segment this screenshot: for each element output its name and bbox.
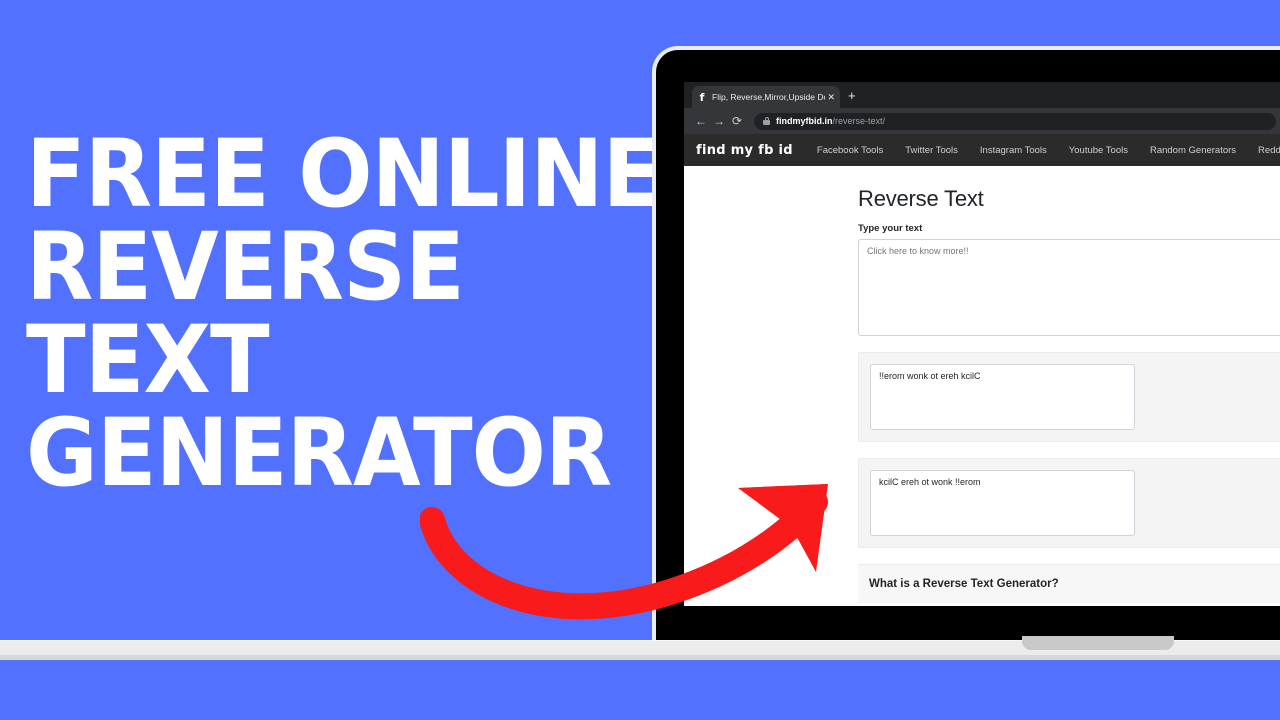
headline-line-2: REVERSE bbox=[26, 213, 465, 323]
result-panel-word-reverse bbox=[858, 458, 1280, 548]
site-nav-links: Facebook Tools Twitter Tools Instagram T… bbox=[817, 145, 1280, 156]
page-heading: Reverse Text bbox=[858, 186, 984, 211]
lock-icon bbox=[763, 117, 770, 125]
browser-toolbar: ← → ⟳ findmyfbid.in/reverse-text/ bbox=[684, 108, 1280, 134]
nav-item-random-generators[interactable]: Random Generators bbox=[1150, 145, 1236, 156]
nav-item-twitter-tools[interactable]: Twitter Tools bbox=[905, 145, 958, 156]
nav-item-youtube-tools[interactable]: Youtube Tools bbox=[1069, 145, 1128, 156]
nav-item-facebook-tools[interactable]: Facebook Tools bbox=[817, 145, 883, 156]
page-title: FREE ONLINE REVERSE TEXT GENERATOR bbox=[26, 120, 662, 509]
new-tab-button[interactable]: + bbox=[848, 89, 856, 102]
faq-heading: What is a Reverse Text Generator? bbox=[869, 578, 1059, 590]
nav-item-instagram-tools[interactable]: Instagram Tools bbox=[980, 145, 1047, 156]
laptop-base-shadow bbox=[0, 655, 1280, 660]
address-bar-path: /reverse-text/ bbox=[832, 116, 886, 126]
reload-icon[interactable]: ⟳ bbox=[728, 115, 746, 127]
result-panel-character-reverse bbox=[858, 352, 1280, 442]
nav-item-reddit-tools[interactable]: Reddit Tools bbox=[1258, 145, 1280, 156]
browser-tab-strip: f Flip, Reverse,Mirror,Upside Down ✕ + bbox=[684, 82, 1280, 108]
headline-line-3: TEXT bbox=[26, 306, 270, 416]
close-icon[interactable]: ✕ bbox=[827, 92, 835, 102]
browser-tab-title: Flip, Reverse,Mirror,Upside Down bbox=[712, 92, 825, 102]
site-logo[interactable]: find my fb id bbox=[696, 143, 793, 158]
text-input-textarea[interactable] bbox=[858, 239, 1280, 336]
faq-section: What is a Reverse Text Generator? bbox=[858, 564, 1280, 603]
result-textarea-word-reverse[interactable] bbox=[870, 470, 1135, 536]
address-bar[interactable]: findmyfbid.in/reverse-text/ bbox=[754, 112, 1276, 130]
forward-arrow-icon[interactable]: → bbox=[710, 115, 728, 127]
back-arrow-icon[interactable]: ← bbox=[692, 115, 710, 127]
site-navbar: find my fb id Facebook Tools Twitter Too… bbox=[684, 134, 1280, 166]
browser-tab[interactable]: f Flip, Reverse,Mirror,Upside Down ✕ bbox=[692, 86, 840, 108]
page-content: Reverse Text Type your text What is a Re… bbox=[858, 166, 1280, 603]
input-label: Type your text bbox=[858, 223, 923, 234]
laptop-base-notch bbox=[1022, 636, 1174, 650]
page-body: Reverse Text Type your text What is a Re… bbox=[684, 166, 1280, 606]
headline-line-1: FREE ONLINE bbox=[26, 120, 662, 229]
address-bar-host: findmyfbid.in bbox=[776, 116, 833, 126]
f-logo-icon: f bbox=[699, 90, 705, 104]
poster-canvas: FREE ONLINE REVERSE TEXT GENERATOR f Fli… bbox=[0, 0, 1280, 720]
headline-line-4: GENERATOR bbox=[26, 399, 612, 509]
address-bar-url: findmyfbid.in/reverse-text/ bbox=[776, 116, 885, 126]
result-textarea-character-reverse[interactable] bbox=[870, 364, 1135, 430]
browser-window: f Flip, Reverse,Mirror,Upside Down ✕ + ←… bbox=[684, 82, 1280, 606]
